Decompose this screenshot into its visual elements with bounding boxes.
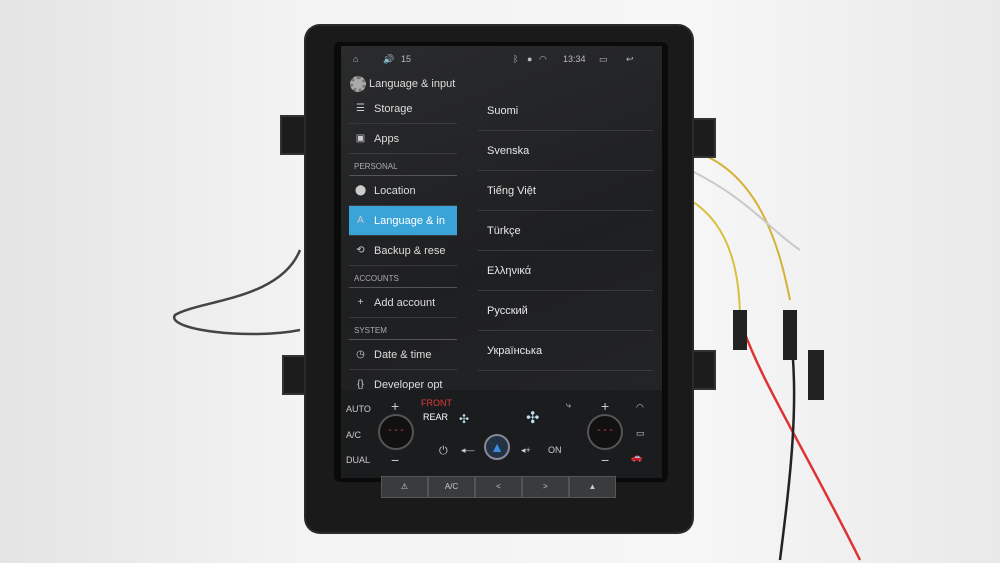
volume-level: 15: [401, 54, 412, 64]
braces-icon: {}: [357, 379, 364, 390]
home-icon[interactable]: ⌂: [353, 54, 358, 64]
hardware-button[interactable]: >: [522, 476, 569, 498]
sidebar-item-label: Storage: [374, 102, 413, 115]
sidebar-item-label: Developer opt: [374, 378, 443, 391]
language-item[interactable]: Türkçe: [478, 211, 653, 251]
fan-down-icon[interactable]: ◂—: [461, 445, 475, 456]
page-title: Language & input: [350, 76, 455, 92]
apps-icon: ▣: [355, 133, 366, 144]
plus-icon: +: [357, 297, 364, 308]
mount-bracket: [688, 350, 716, 390]
hardware-button[interactable]: A/C: [428, 476, 475, 498]
front-defrost-icon[interactable]: ◠: [636, 402, 644, 413]
language-item[interactable]: Suomi: [478, 91, 653, 131]
sidebar-item-label: Backup & rese: [374, 244, 446, 257]
sidebar-item[interactable]: ⬤ Location: [349, 176, 457, 206]
language-item[interactable]: Ελληνικά: [478, 251, 653, 291]
language-list: Suomi Svenska Tiếng Việt Türkçe Ελληνικά Русс…: [478, 91, 653, 371]
sidebar-item[interactable]: ⟲ Backup & rese: [349, 236, 457, 266]
sidebar-item-label: Location: [374, 184, 416, 197]
language-item[interactable]: Українська: [478, 331, 653, 371]
dual-button[interactable]: DUAL: [346, 455, 370, 465]
gear-icon: [350, 76, 366, 92]
hardware-button[interactable]: ⚠: [381, 476, 428, 498]
rear-defrost-icon[interactable]: ▭: [636, 428, 645, 439]
mount-bracket: [688, 118, 716, 158]
sidebar-item[interactable]: {} Developer opt: [349, 370, 457, 391]
sidebar-item-label: Date & time: [374, 348, 432, 361]
rear-label[interactable]: REAR: [423, 412, 448, 422]
auto-button[interactable]: AUTO: [346, 404, 371, 414]
temp-right-down[interactable]: −: [601, 452, 609, 468]
language-item[interactable]: Svenska: [478, 131, 653, 171]
recents-icon[interactable]: ▭: [599, 54, 608, 65]
back-icon[interactable]: ↩: [626, 54, 634, 65]
temp-right-knob[interactable]: - - -: [587, 414, 623, 450]
fan-up-icon[interactable]: ◂+: [521, 445, 531, 456]
hardware-button[interactable]: ▲: [569, 476, 616, 498]
volume-icon: 🔊: [383, 54, 395, 64]
language-icon: A: [357, 215, 364, 226]
sidebar-item-label: Apps: [374, 132, 400, 145]
section-header: PERSONAL: [349, 154, 457, 176]
language-item[interactable]: Русский: [478, 291, 653, 331]
on-button[interactable]: ON: [548, 445, 562, 455]
sidebar-item[interactable]: ▣ Apps: [349, 124, 457, 154]
settings-sidebar: ☰ Storage ▣ Apps PERSONAL ⬤ Location A Language …: [349, 94, 457, 390]
power-icon[interactable]: ⏻: [439, 445, 448, 458]
android-screen: ⌂ 🔊 15 ᛒ ● ◠ 13:34 ▭ ↩ Language & input …: [341, 46, 662, 390]
climate-panel: AUTO A/C DUAL + - - - − FRONT REAR ✣ ✣ ⤷…: [341, 390, 662, 478]
sidebar-item-label: Add account: [374, 296, 436, 309]
seat-airflow-icon[interactable]: ⤷: [566, 400, 571, 411]
wifi-icon: ◠: [539, 54, 547, 64]
backup-icon: ⟲: [356, 245, 365, 256]
sidebar-item[interactable]: ◷ Date & time: [349, 340, 457, 370]
clock-icon: ◷: [356, 349, 365, 360]
temp-left-knob[interactable]: - - -: [378, 414, 414, 450]
sidebar-item[interactable]: + Add account: [349, 288, 457, 318]
car-icon[interactable]: 🚗: [631, 452, 642, 463]
sidebar-item[interactable]: A Language & in: [349, 206, 457, 236]
hardware-button[interactable]: <: [475, 476, 522, 498]
temp-right-up[interactable]: +: [601, 398, 609, 414]
sidebar-item-label: Language & in: [374, 214, 445, 227]
sidebar-item[interactable]: ☰ Storage: [349, 94, 457, 124]
storage-icon: ☰: [356, 103, 365, 114]
section-header: SYSTEM: [349, 318, 457, 340]
fan-icon: ✣: [459, 412, 470, 426]
location-icon: ●: [527, 54, 533, 64]
navigation-icon[interactable]: ▲: [484, 434, 510, 460]
section-header: ACCOUNTS: [349, 266, 457, 288]
language-item[interactable]: Tiếng Việt: [478, 171, 653, 211]
temp-left-up[interactable]: +: [391, 398, 399, 414]
front-label[interactable]: FRONT: [421, 398, 452, 408]
fan-icon: ✣: [526, 410, 540, 427]
bluetooth-icon: ᛒ: [513, 54, 519, 64]
status-bar: ⌂ 🔊 15 ᛒ ● ◠ 13:34 ▭ ↩: [341, 46, 662, 72]
temp-left-down[interactable]: −: [391, 452, 399, 468]
hardware-buttons: ⚠ A/C < > ▲: [381, 476, 616, 498]
clock: 13:34: [563, 54, 586, 64]
location-icon: ⬤: [355, 185, 367, 196]
ac-button[interactable]: A/C: [346, 430, 361, 440]
